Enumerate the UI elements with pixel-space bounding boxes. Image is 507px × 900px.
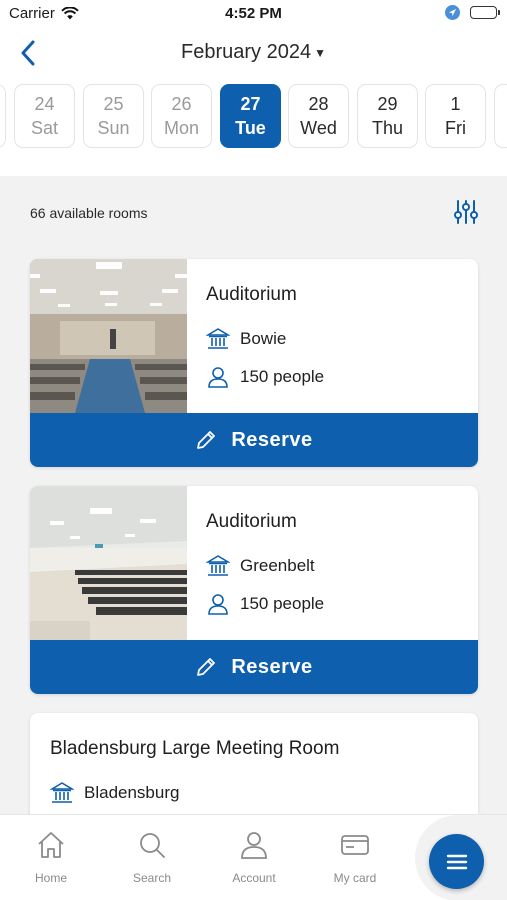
date-number: 26 [171, 94, 192, 114]
date-card-24[interactable]: 24 Sat [14, 84, 75, 148]
room-capacity: 150 people [240, 594, 325, 613]
search-icon [140, 833, 165, 858]
date-number: 29 [377, 94, 398, 114]
reserve-button[interactable]: Reserve [30, 413, 478, 467]
calendar-header: February 2024 ▼ 24 Sat 25 Sun 26 Mon 27 T… [0, 28, 507, 176]
date-number: 1 [450, 94, 461, 114]
date-card-28[interactable]: 28 Wed [288, 84, 349, 148]
reserve-label: Reserve [231, 655, 313, 678]
month-selector[interactable]: February 2024 ▼ [0, 41, 507, 64]
card-icon [341, 835, 369, 855]
tab-label: Account [232, 871, 276, 885]
tab-bar: Home Search Account My card [0, 814, 507, 900]
date-card-partial[interactable] [494, 84, 507, 148]
tab-label: Home [34, 871, 67, 885]
date-card-27-selected[interactable]: 27 Tue [220, 84, 281, 148]
chevron-down-icon: ▼ [314, 45, 326, 60]
room-capacity: 150 people [240, 367, 325, 386]
room-name: Bladensburg Large Meeting Room [50, 738, 340, 759]
person-icon [241, 832, 267, 859]
date-weekday: Tue [235, 118, 266, 138]
tab-search[interactable]: Search [112, 829, 192, 885]
library-icon [206, 554, 230, 578]
date-number: 27 [240, 94, 261, 114]
date-weekday: Sat [30, 118, 59, 138]
date-card-1[interactable]: 1 Fri [425, 84, 486, 148]
room-branch: Bladensburg [84, 783, 180, 802]
tab-label: Search [132, 871, 172, 885]
reserve-label: Reserve [231, 428, 313, 451]
location-icon [445, 5, 460, 20]
room-name: Auditorium [206, 284, 297, 305]
status-right [445, 5, 500, 20]
date-number: 28 [308, 94, 329, 114]
room-branch-row: Greenbelt [206, 554, 315, 578]
room-card[interactable]: Bladensburg Large Meeting Room Bladensbu… [30, 713, 478, 814]
library-icon [206, 327, 230, 351]
reserve-button[interactable]: Reserve [30, 640, 478, 694]
date-weekday: Sun [97, 118, 130, 138]
person-icon [206, 365, 230, 389]
date-card-29[interactable]: 29 Thu [357, 84, 418, 148]
status-bar: Carrier 4:52 PM [0, 0, 507, 28]
menu-icon [446, 854, 467, 869]
date-weekday: Fri [445, 118, 466, 138]
pencil-icon [197, 431, 216, 449]
date-number: 24 [34, 94, 55, 114]
month-label: February 2024 [181, 41, 312, 63]
pencil-icon [197, 658, 216, 676]
room-photo-auditorium [30, 486, 187, 640]
menu-button[interactable] [429, 834, 484, 889]
status-time: 4:52 PM [225, 5, 282, 22]
library-icon [50, 781, 74, 805]
date-weekday: Wed [300, 118, 337, 138]
date-strip[interactable]: 24 Sat 25 Sun 26 Mon 27 Tue 28 Wed 29 Th… [0, 84, 507, 150]
battery-icon [470, 6, 500, 19]
room-branch: Bowie [240, 329, 287, 348]
tab-my-card[interactable]: My card [315, 829, 395, 885]
room-list[interactable]: 66 available rooms Auditorium Bowie 150 … [0, 176, 507, 814]
tab-label: My card [333, 871, 377, 885]
room-card[interactable]: Auditorium Bowie 150 people Reserve [30, 259, 478, 467]
date-card-partial[interactable] [0, 84, 6, 148]
room-card[interactable]: Auditorium Greenbelt 150 people Reserve [30, 486, 478, 694]
room-branch-row: Bowie [206, 327, 286, 351]
available-rooms-count: 66 available rooms [30, 205, 148, 221]
date-number: 25 [103, 94, 124, 114]
room-branch: Greenbelt [240, 556, 315, 575]
date-weekday: Mon [163, 118, 199, 138]
room-photo-auditorium [30, 259, 187, 413]
date-card-26[interactable]: 26 Mon [151, 84, 212, 148]
room-name: Auditorium [206, 511, 297, 532]
person-icon [206, 592, 230, 616]
room-capacity-row: 150 people [206, 592, 324, 616]
sliders-icon [454, 200, 478, 224]
filter-button[interactable] [452, 198, 480, 226]
tab-account[interactable]: Account [214, 829, 294, 885]
room-capacity-row: 150 people [206, 365, 324, 389]
date-card-25[interactable]: 25 Sun [83, 84, 144, 148]
date-weekday: Thu [371, 118, 404, 138]
tab-home[interactable]: Home [11, 829, 91, 885]
home-icon [38, 832, 64, 858]
room-branch-row: Bladensburg [50, 781, 179, 805]
